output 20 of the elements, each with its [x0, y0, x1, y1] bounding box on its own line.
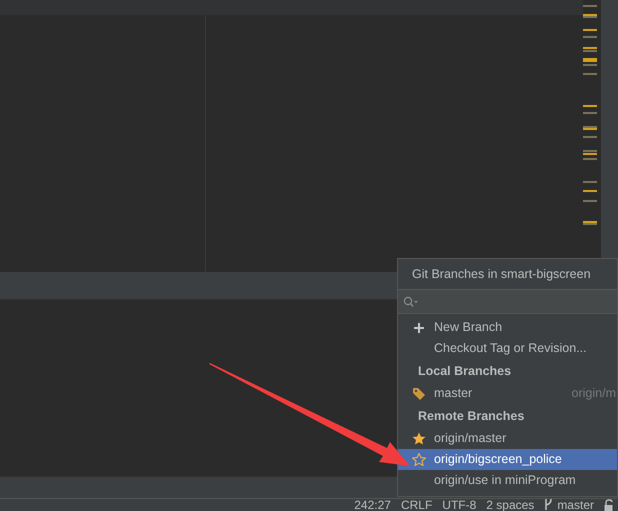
lock-icon[interactable] [604, 498, 614, 510]
branch-widget[interactable]: master [544, 498, 594, 511]
plus-icon [414, 322, 424, 332]
search-icon [403, 296, 419, 308]
branch-item[interactable]: origin/bigscreen_police [398, 449, 617, 470]
search-field[interactable] [398, 290, 617, 314]
menu-item[interactable]: New Branch [398, 317, 617, 338]
branch-icon [544, 499, 554, 510]
branch-item[interactable]: origin/use in miniProgram [398, 470, 617, 491]
branch-item[interactable]: master origin/m [398, 383, 617, 404]
caret-position[interactable]: 242:27 [354, 498, 391, 511]
branch-item[interactable]: origin/master [398, 428, 617, 449]
tracking-branch: origin/m [570, 385, 617, 402]
tag-icon [413, 388, 425, 400]
menu-item[interactable]: Checkout Tag or Revision... [398, 338, 617, 359]
line-separator[interactable]: CRLF [400, 498, 432, 511]
section-header: Local Branches [417, 363, 512, 380]
section-header: Remote Branches [417, 408, 526, 426]
encoding[interactable]: UTF-8 [442, 498, 476, 511]
indent-setting[interactable]: 2 spaces [486, 498, 534, 511]
